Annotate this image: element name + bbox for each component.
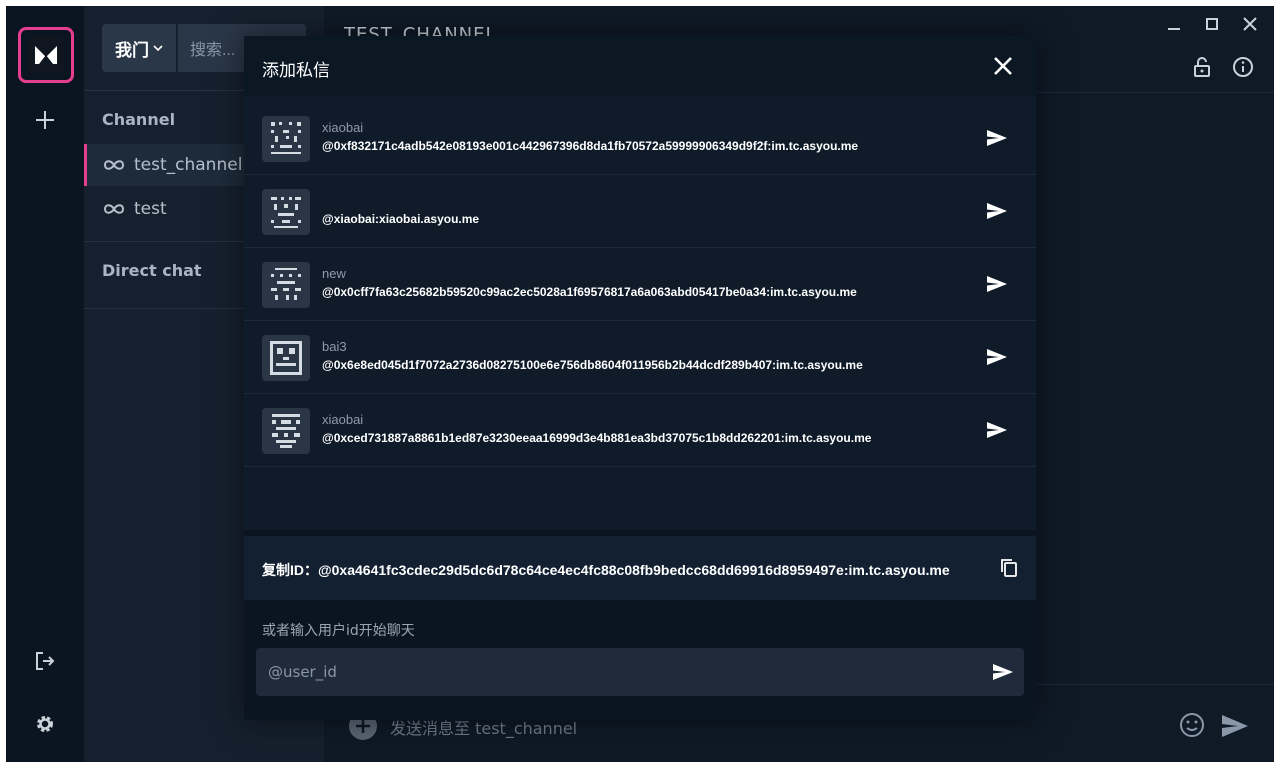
- maximize-icon[interactable]: [1200, 12, 1224, 36]
- modal-header: 添加私信: [244, 36, 1036, 96]
- user-row[interactable]: @xiaobai:xiaobai.asyou.me: [244, 175, 1036, 248]
- user-avatar: [262, 262, 310, 308]
- modal-title: 添加私信: [262, 61, 330, 81]
- direct-chat-section-title: Direct chat: [102, 261, 202, 280]
- emoji-icon[interactable]: [1178, 711, 1206, 743]
- user-name: bai3: [322, 339, 347, 354]
- send-icon[interactable]: [984, 345, 1010, 369]
- user-id: @0xced731887a8861b1ed87e3230eeaa16999d3e…: [322, 431, 872, 445]
- channel-label: test: [134, 199, 167, 219]
- close-window-icon[interactable]: [1238, 12, 1262, 36]
- user-id-field: [256, 648, 1024, 696]
- user-id: @xiaobai:xiaobai.asyou.me: [322, 212, 480, 226]
- user-row[interactable]: xiaobai @0xf832171c4adb542e08193e001c442…: [244, 102, 1036, 175]
- infinity-icon: [103, 204, 125, 214]
- my-dropdown-label: 我门: [115, 40, 149, 60]
- gear-icon[interactable]: [29, 708, 61, 740]
- user-avatar: [262, 335, 310, 381]
- send-icon[interactable]: [984, 126, 1010, 150]
- search-placeholder: 搜索...: [190, 42, 236, 59]
- user-name: new: [322, 266, 346, 281]
- app-window: 我门 搜索... Channel test_channel test Direc…: [6, 6, 1274, 762]
- close-icon[interactable]: [990, 53, 1016, 79]
- send-icon[interactable]: [984, 199, 1010, 223]
- info-icon[interactable]: [1232, 56, 1254, 82]
- copy-id-row: 复制ID：@0xa4641fc3cdec29d5dc6d78c64ce4ec4f…: [244, 536, 1036, 600]
- logout-icon[interactable]: [29, 645, 61, 677]
- infinity-icon: [103, 160, 125, 170]
- user-id: @0xf832171c4adb542e08193e001c442967396d8…: [322, 139, 859, 153]
- user-id-input[interactable]: [256, 648, 976, 696]
- user-name: xiaobai: [322, 412, 364, 427]
- channel-section-title: Channel: [102, 110, 176, 129]
- user-row[interactable]: xiaobai @0xced731887a8861b1ed87e3230eeaa…: [244, 394, 1036, 467]
- my-dropdown-button[interactable]: 我门: [102, 24, 176, 72]
- send-icon[interactable]: [984, 418, 1010, 442]
- user-list: xiaobai @0xf832171c4adb542e08193e001c442…: [244, 96, 1036, 530]
- channel-label: test_channel: [134, 155, 243, 175]
- header-icons: [1192, 56, 1254, 82]
- add-icon[interactable]: [29, 104, 61, 136]
- send-icon[interactable]: [990, 660, 1016, 684]
- app-logo-icon: [28, 37, 64, 73]
- copy-icon[interactable]: [998, 557, 1020, 579]
- minimize-icon[interactable]: [1162, 12, 1186, 36]
- user-name: xiaobai: [322, 120, 364, 135]
- user-row[interactable]: new @0x0cff7fa63c25682b59520c99ac2ec5028…: [244, 248, 1036, 321]
- lock-icon[interactable]: [1192, 56, 1212, 82]
- send-icon[interactable]: [984, 272, 1010, 296]
- user-row[interactable]: bai3 @0x6e8ed045d1f7072a2736d08275100e6e…: [244, 321, 1036, 394]
- user-avatar: [262, 189, 310, 235]
- chevron-down-icon: [153, 45, 163, 52]
- user-avatar: [262, 408, 310, 454]
- user-id: @0x0cff7fa63c25682b59520c99ac2ec5028a1f6…: [322, 285, 857, 299]
- window-controls: [1162, 12, 1262, 36]
- or-enter-user-id-label: 或者输入用户id开始聊天: [262, 623, 415, 639]
- app-logo-button[interactable]: [18, 27, 74, 83]
- user-id: @0x6e8ed045d1f7072a2736d08275100e6e756db…: [322, 358, 863, 372]
- copy-id-text: 复制ID：@0xa4641fc3cdec29d5dc6d78c64ce4ec4f…: [262, 562, 950, 578]
- left-rail: [6, 6, 84, 762]
- user-avatar: [262, 116, 310, 162]
- add-dm-modal: 添加私信 xiaobai @0xf832171c4adb542e08193e00…: [244, 36, 1036, 720]
- composer-send-icon[interactable]: [1220, 713, 1250, 743]
